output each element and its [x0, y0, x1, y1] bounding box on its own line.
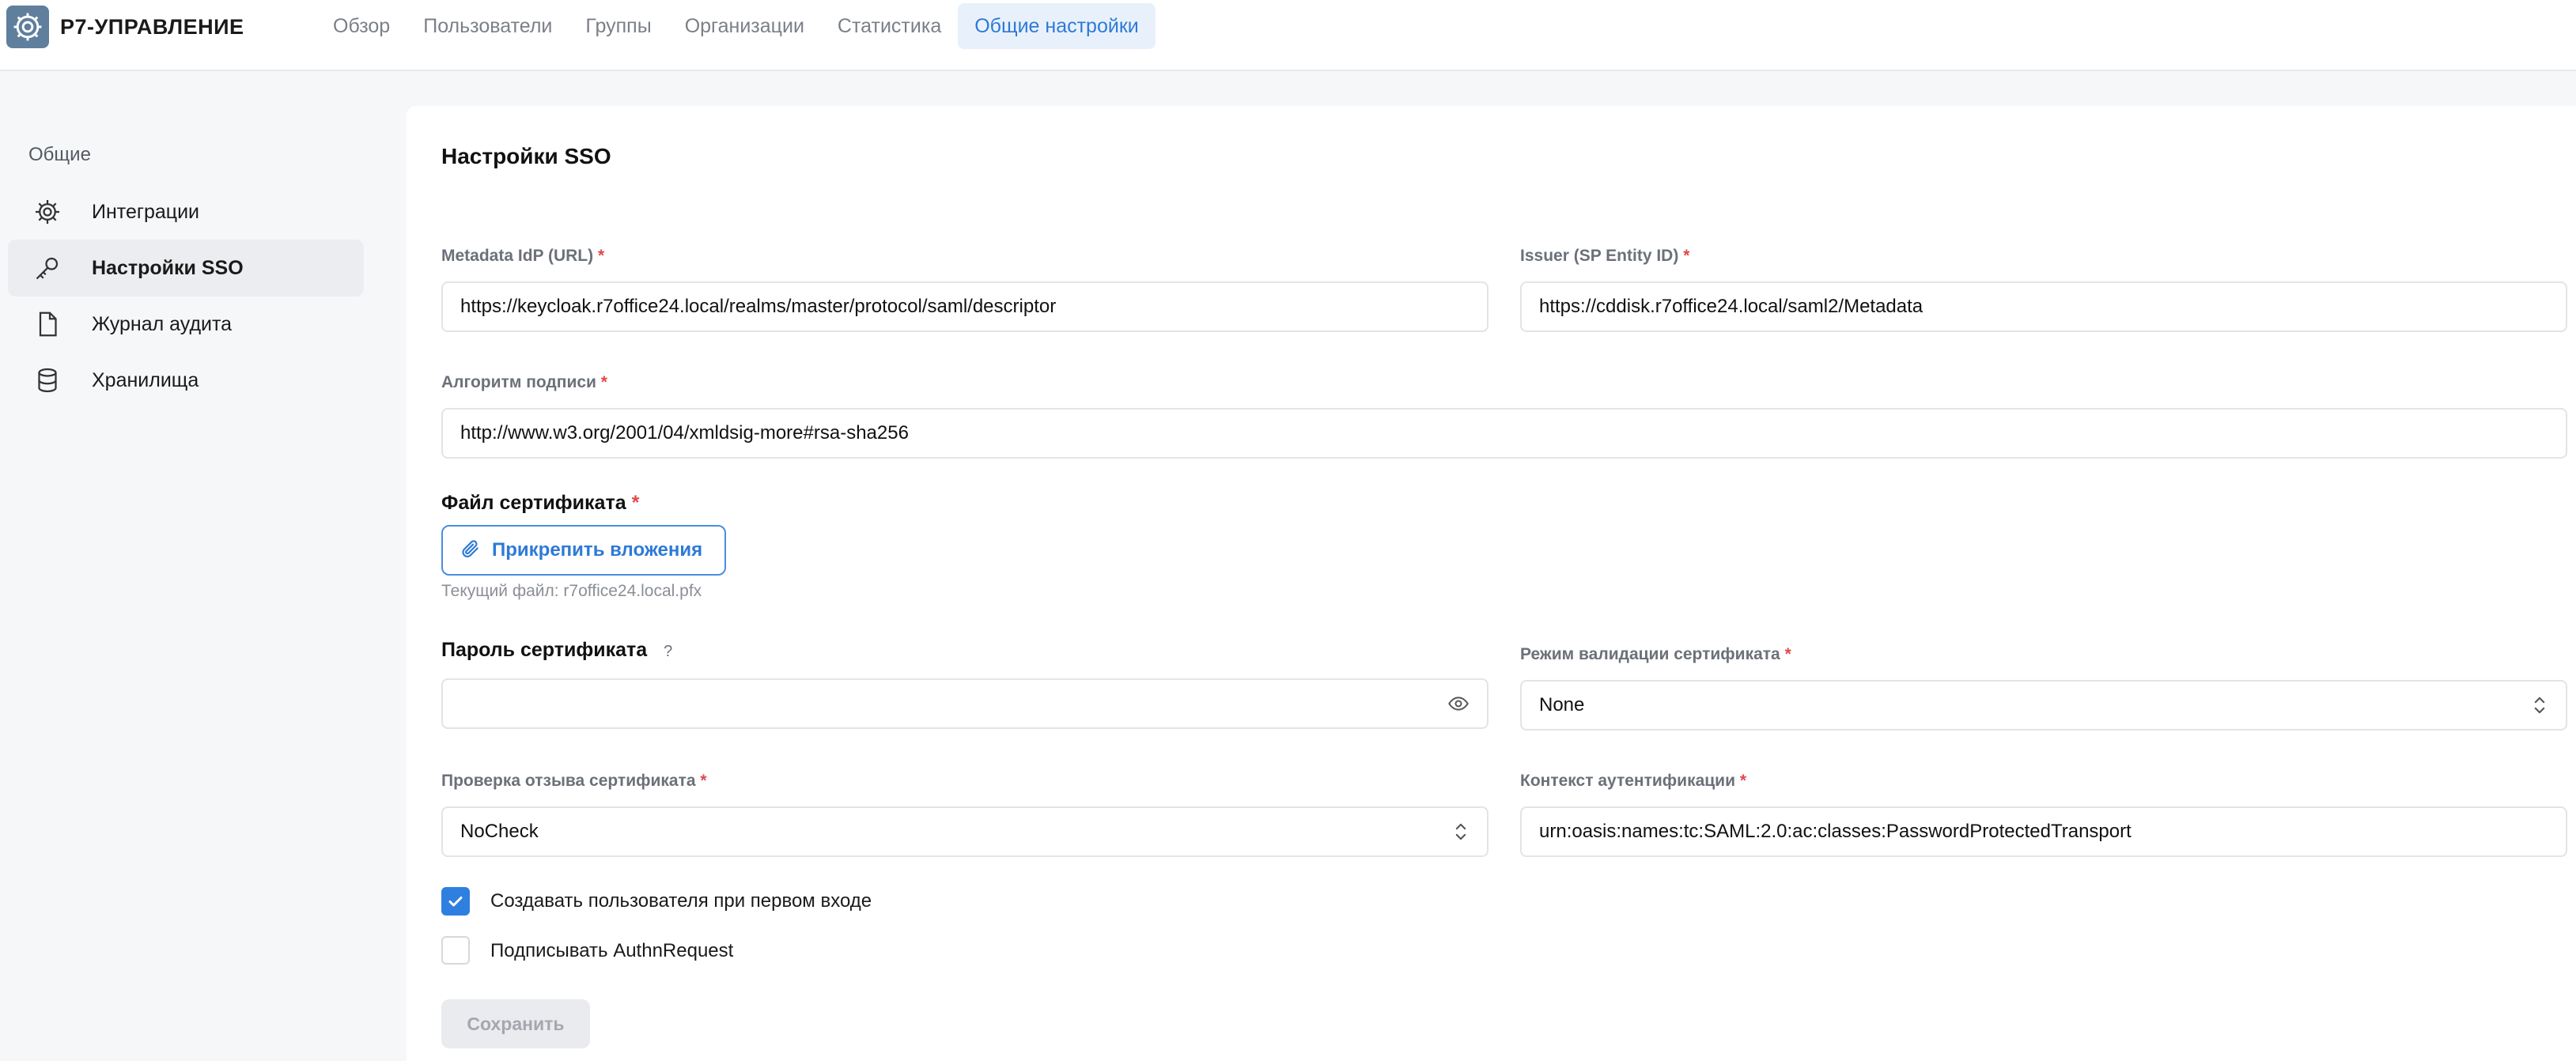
sign-authn-request-checkbox[interactable]	[441, 936, 470, 965]
chevron-up-down-icon	[1452, 808, 1470, 855]
sidebar-item-label: Хранилища	[92, 368, 199, 391]
chevron-up-down-icon	[2531, 682, 2548, 729]
auth-context-input[interactable]: urn:oasis:names:tc:SAML:2.0:ac:classes:P…	[1520, 806, 2567, 857]
sign-authn-request-label[interactable]: Подписывать AuthnRequest	[490, 940, 733, 962]
certificate-file-label: Файл сертификата *	[441, 492, 640, 514]
required-mark: *	[597, 247, 605, 265]
help-icon[interactable]: ?	[664, 643, 672, 660]
required-mark: *	[631, 492, 640, 514]
nav-item-overview[interactable]: Обзор	[316, 3, 407, 49]
nav-item-organizations[interactable]: Организации	[668, 3, 821, 49]
sidebar-section-title: Общие	[28, 144, 91, 165]
create-user-checkbox[interactable]	[441, 887, 470, 916]
database-icon	[32, 364, 63, 396]
required-mark: *	[1784, 645, 1791, 663]
nav-item-statistics[interactable]: Статистика	[821, 3, 958, 49]
gear-icon	[32, 196, 63, 228]
eye-icon[interactable]	[1447, 680, 1470, 727]
issuer-input[interactable]: https://cddisk.r7office24.local/saml2/Me…	[1520, 281, 2567, 332]
metadata-idp-input[interactable]: https://keycloak.r7office24.local/realms…	[441, 281, 1488, 332]
validation-mode-select[interactable]: None	[1520, 680, 2567, 731]
check-icon	[448, 897, 463, 907]
signature-algorithm-input[interactable]: http://www.w3.org/2001/04/xmldsig-more#r…	[441, 408, 2567, 459]
issuer-label: Issuer (SP Entity ID) *	[1520, 247, 1690, 265]
main-nav: Обзор Пользователи Группы Организации Ст…	[316, 3, 1156, 49]
create-user-label[interactable]: Создавать пользователя при первом входе	[490, 890, 872, 912]
page-title: Настройки SSO	[441, 144, 611, 168]
document-icon	[32, 308, 63, 340]
metadata-idp-label: Metadata IdP (URL) *	[441, 247, 605, 265]
sidebar-item-audit-log[interactable]: Журнал аудита	[8, 296, 364, 353]
current-file-hint: Текущий файл: r7office24.local.pfx	[441, 582, 702, 600]
sidebar-item-sso-settings[interactable]: Настройки SSO	[8, 240, 364, 296]
revocation-check-select[interactable]: NoCheck	[441, 806, 1488, 857]
nav-item-groups[interactable]: Группы	[569, 3, 668, 49]
required-mark: *	[700, 772, 707, 790]
sso-settings-panel: Настройки SSO Metadata IdP (URL) * https…	[407, 106, 2576, 1061]
certificate-password-input[interactable]	[441, 678, 1488, 729]
validation-mode-label: Режим валидации сертификата *	[1520, 645, 1791, 663]
required-mark: *	[1683, 247, 1690, 265]
nav-item-general-settings[interactable]: Общие настройки	[958, 3, 1156, 49]
sidebar-item-integrations[interactable]: Интеграции	[8, 183, 364, 240]
revocation-check-label: Проверка отзыва сертификата *	[441, 772, 707, 790]
required-mark: *	[1739, 772, 1747, 790]
sidebar-item-label: Интеграции	[92, 200, 200, 223]
top-bar: Р7-УПРАВЛЕНИЕ Обзор Пользователи Группы …	[0, 0, 2576, 71]
sidebar-item-label: Настройки SSO	[92, 256, 244, 279]
attach-file-button[interactable]: Прикрепить вложения	[441, 525, 726, 576]
paperclip-icon	[460, 538, 481, 563]
logo-gear-icon	[6, 6, 49, 48]
required-mark: *	[600, 373, 607, 391]
sidebar-item-storages[interactable]: Хранилища	[8, 352, 364, 409]
sidebar: Общие Интеграции Настройки SSO Журнал ау…	[0, 71, 380, 1061]
certificate-password-label: Пароль сертификата ?	[441, 639, 673, 661]
auth-context-label: Контекст аутентификации *	[1520, 772, 1747, 790]
app-logo[interactable]: Р7-УПРАВЛЕНИЕ	[6, 5, 244, 49]
save-button[interactable]: Сохранить	[441, 999, 590, 1048]
app-name: Р7-УПРАВЛЕНИЕ	[60, 14, 244, 39]
sidebar-item-label: Журнал аудита	[92, 312, 233, 335]
key-icon	[32, 252, 63, 284]
nav-item-users[interactable]: Пользователи	[407, 3, 569, 49]
signature-algorithm-label: Алгоритм подписи *	[441, 373, 607, 391]
